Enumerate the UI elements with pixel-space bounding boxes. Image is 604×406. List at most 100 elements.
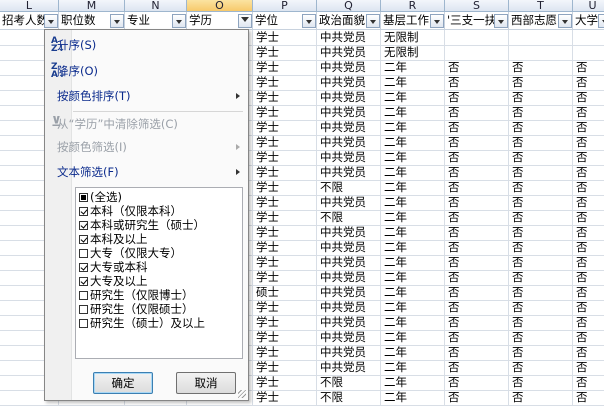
filter-dropdown-button[interactable] <box>110 14 124 28</box>
table-cell[interactable]: 学士 <box>253 45 317 61</box>
table-cell[interactable]: 不限 <box>317 375 381 391</box>
table-cell[interactable]: 二年 <box>381 240 445 256</box>
table-cell[interactable]: 学士 <box>253 135 317 151</box>
table-cell[interactable]: 否 <box>445 300 509 316</box>
table-cell[interactable]: 否 <box>445 120 509 136</box>
column-letter-n[interactable]: N <box>125 0 187 12</box>
table-cell[interactable]: 否 <box>573 195 604 211</box>
table-cell[interactable]: 学士 <box>253 240 317 256</box>
table-cell[interactable] <box>573 30 604 46</box>
column-letter-o[interactable]: O <box>187 0 253 12</box>
table-cell[interactable]: 二年 <box>381 210 445 226</box>
table-cell[interactable]: 否 <box>509 90 573 106</box>
filter-list-item[interactable]: 大专或本科 <box>79 260 148 274</box>
table-cell[interactable]: 否 <box>509 330 573 346</box>
table-cell[interactable]: 否 <box>573 210 604 226</box>
table-cell[interactable]: 否 <box>445 255 509 271</box>
table-cell[interactable]: 否 <box>573 135 604 151</box>
table-cell[interactable]: 二年 <box>381 165 445 181</box>
table-cell[interactable]: 学士 <box>253 60 317 76</box>
filter-list-item[interactable]: 本科（仅限本科） <box>79 204 182 218</box>
table-cell[interactable]: 否 <box>445 150 509 166</box>
table-cell[interactable]: 中共党员 <box>317 45 381 61</box>
table-cell[interactable]: 中共党员 <box>317 135 381 151</box>
table-cell[interactable]: 学士 <box>253 195 317 211</box>
table-cell[interactable]: 否 <box>573 315 604 331</box>
filter-by-color-item[interactable]: 按颜色筛选(I) <box>45 136 248 158</box>
table-cell[interactable]: 中共党员 <box>317 150 381 166</box>
table-cell[interactable]: 二年 <box>381 225 445 241</box>
checkbox[interactable] <box>79 221 88 230</box>
table-cell[interactable] <box>445 30 509 46</box>
filter-dropdown-button[interactable] <box>302 14 316 28</box>
filter-dropdown-button[interactable] <box>598 14 604 28</box>
table-cell[interactable]: 否 <box>573 150 604 166</box>
table-cell[interactable]: 无限制 <box>381 30 445 46</box>
table-cell[interactable]: 学士 <box>253 210 317 226</box>
filter-list-item[interactable]: 研究生（硕士）及以上 <box>79 316 205 330</box>
filter-list-item[interactable]: 研究生（仅限硕士） <box>79 302 194 316</box>
sort-ascending-item[interactable]: A Z↓ 升序(S) <box>45 34 248 56</box>
table-cell[interactable]: 中共党员 <box>317 345 381 361</box>
table-cell[interactable]: 否 <box>573 165 604 181</box>
table-cell[interactable]: 二年 <box>381 345 445 361</box>
filter-dropdown-button[interactable] <box>558 14 572 28</box>
filter-value-list[interactable]: (全选) 本科（仅限本科） 本科或研究生（硕士） 本科及以上 大专（仅限大专） 大专或本科… <box>75 187 243 359</box>
table-cell[interactable]: 否 <box>509 315 573 331</box>
table-cell[interactable]: 否 <box>509 195 573 211</box>
table-cell[interactable]: 否 <box>509 360 573 376</box>
table-cell[interactable]: 否 <box>509 135 573 151</box>
table-cell[interactable]: 硕士 <box>253 285 317 301</box>
table-cell[interactable]: 二年 <box>381 390 445 406</box>
table-cell[interactable]: 否 <box>573 60 604 76</box>
column-letter-q[interactable]: Q <box>317 0 381 12</box>
table-cell[interactable]: 学士 <box>253 120 317 136</box>
table-cell[interactable]: 学士 <box>253 360 317 376</box>
column-letter-r[interactable]: R <box>381 0 445 12</box>
table-cell[interactable]: 学士 <box>253 75 317 91</box>
table-cell[interactable]: 否 <box>509 180 573 196</box>
table-cell[interactable]: 中共党员 <box>317 240 381 256</box>
sort-descending-item[interactable]: Z A↓ 降序(O) <box>45 60 248 82</box>
table-cell[interactable]: 二年 <box>381 255 445 271</box>
filter-list-item[interactable]: (全选) <box>79 190 122 204</box>
table-cell[interactable]: 否 <box>509 105 573 121</box>
table-cell[interactable]: 否 <box>573 75 604 91</box>
table-cell[interactable]: 学士 <box>253 315 317 331</box>
table-cell[interactable]: 二年 <box>381 105 445 121</box>
table-cell[interactable]: 否 <box>573 270 604 286</box>
table-cell[interactable]: 中共党员 <box>317 225 381 241</box>
table-cell[interactable]: 否 <box>573 90 604 106</box>
checkbox[interactable] <box>79 305 88 314</box>
table-cell[interactable]: 中共党员 <box>317 300 381 316</box>
table-cell[interactable]: 否 <box>573 255 604 271</box>
table-cell[interactable]: 学士 <box>253 270 317 286</box>
table-cell[interactable]: 二年 <box>381 375 445 391</box>
table-cell[interactable]: 二年 <box>381 180 445 196</box>
table-cell[interactable]: 中共党员 <box>317 360 381 376</box>
table-cell[interactable]: 否 <box>573 120 604 136</box>
table-cell[interactable]: 否 <box>509 225 573 241</box>
column-letter-s[interactable]: S <box>445 0 509 12</box>
table-cell[interactable]: 中共党员 <box>317 330 381 346</box>
filter-dropdown-button[interactable] <box>172 14 186 28</box>
table-cell[interactable]: 否 <box>445 225 509 241</box>
table-cell[interactable]: 否 <box>445 375 509 391</box>
table-cell[interactable]: 学士 <box>253 345 317 361</box>
table-cell[interactable]: 否 <box>509 240 573 256</box>
checkbox[interactable] <box>79 263 88 272</box>
table-cell[interactable]: 中共党员 <box>317 165 381 181</box>
table-cell[interactable] <box>509 30 573 46</box>
table-cell[interactable]: 中共党员 <box>317 90 381 106</box>
resize-grip-icon[interactable] <box>238 390 246 398</box>
table-cell[interactable]: 否 <box>509 255 573 271</box>
table-cell[interactable]: 二年 <box>381 90 445 106</box>
filter-dropdown-button[interactable] <box>430 14 444 28</box>
checkbox[interactable] <box>79 319 88 328</box>
table-cell[interactable] <box>445 45 509 61</box>
table-cell[interactable]: 二年 <box>381 120 445 136</box>
filter-list-item[interactable]: 本科或研究生（硕士） <box>79 218 205 232</box>
table-cell[interactable]: 否 <box>445 165 509 181</box>
table-cell[interactable]: 学士 <box>253 105 317 121</box>
ok-button[interactable]: 确定 <box>93 372 153 394</box>
